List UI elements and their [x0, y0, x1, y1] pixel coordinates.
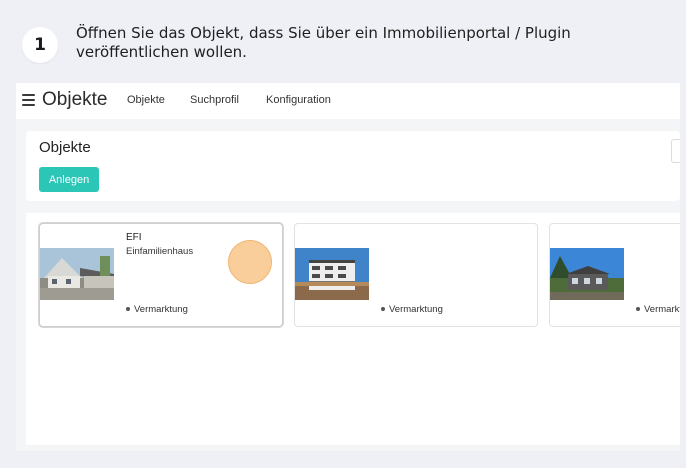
object-status: Vermarktung — [381, 304, 443, 315]
page-title: Objekte — [39, 139, 91, 156]
object-thumbnail-image — [295, 248, 369, 300]
step-number-badge: 1 — [22, 27, 58, 63]
nav-item-suchprofil[interactable]: Suchprofil — [190, 94, 239, 106]
status-dot-icon — [636, 307, 640, 312]
object-card-title: EFI — [126, 232, 142, 243]
object-status: Vermarkt — [636, 304, 680, 315]
object-status-label: Vermarktung — [389, 304, 443, 315]
object-card-3[interactable]: Vermarkt — [549, 223, 680, 327]
object-status-label: Vermarktung — [134, 304, 188, 315]
status-dot-icon — [126, 307, 130, 312]
objects-header-panel: Objekte Anlegen — [26, 131, 680, 201]
click-indicator — [228, 240, 272, 284]
top-navigation-bar: Objekte Objekte Suchprofil Konfiguration — [16, 83, 680, 119]
object-thumbnail-image — [40, 248, 114, 300]
add-object-button[interactable]: Anlegen — [39, 167, 99, 192]
object-list: EFI Einfamilienhaus Vermarktung Vermarkt… — [26, 213, 680, 445]
hamburger-menu-icon[interactable] — [22, 94, 35, 106]
object-card-efi[interactable]: EFI Einfamilienhaus Vermarktung — [39, 223, 283, 327]
object-card-subtitle: Einfamilienhaus — [126, 246, 194, 257]
app-window: Objekte Objekte Suchprofil Konfiguration… — [16, 83, 680, 451]
status-dot-icon — [381, 307, 385, 312]
object-status-label: Vermarkt — [644, 304, 680, 315]
nav-item-konfiguration[interactable]: Konfiguration — [266, 94, 331, 106]
nav-item-objekte[interactable]: Objekte — [127, 94, 165, 106]
object-thumbnail-image — [550, 248, 624, 300]
panel-side-control[interactable] — [671, 139, 680, 163]
app-brand-title: Objekte — [42, 89, 108, 110]
object-status: Vermarktung — [126, 304, 188, 315]
screenshot-frame: 1 Öffnen Sie das Objekt, dass Sie über e… — [0, 0, 686, 468]
object-card-2[interactable]: Vermarktung — [294, 223, 538, 327]
step-instruction: Öffnen Sie das Objekt, dass Sie über ein… — [76, 24, 571, 61]
